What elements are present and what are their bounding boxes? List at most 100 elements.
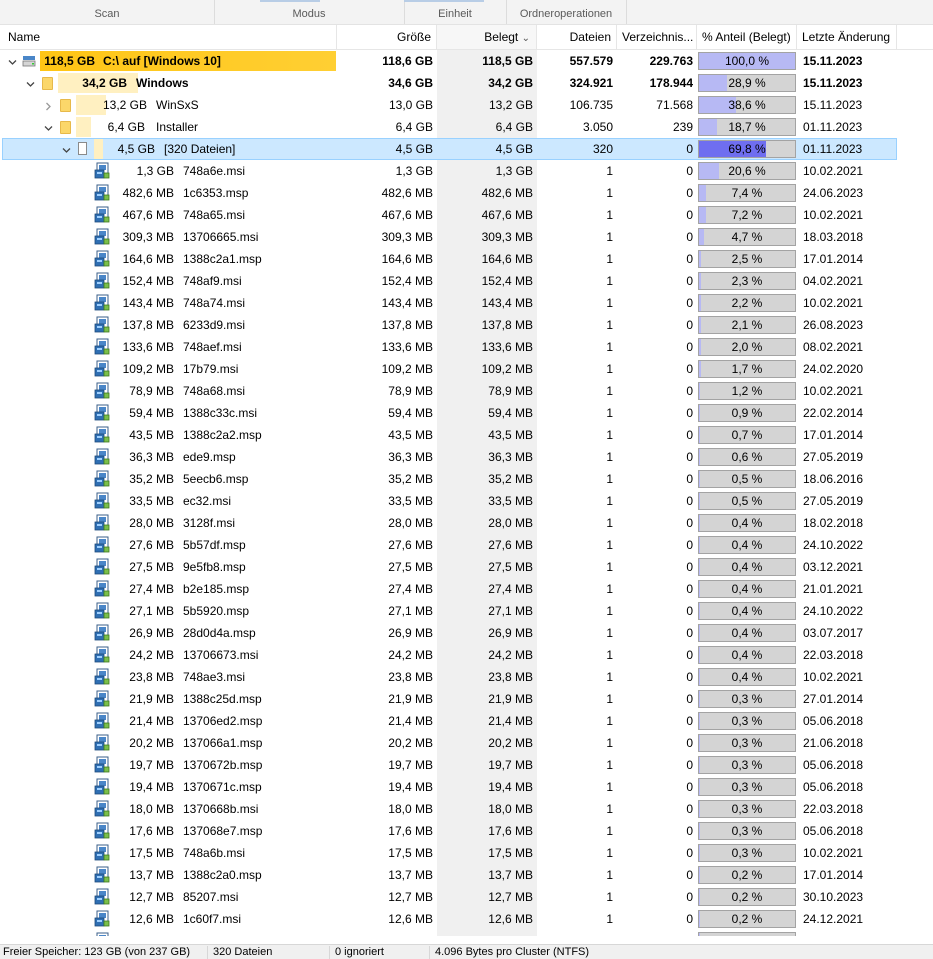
- tree-row[interactable]: 34,2 GBWindows34,6 GB34,2 GB324.921178.9…: [0, 72, 933, 94]
- file-row[interactable]: 164,6 MB1388c2a1.msp164,6 MB164,6 MB102,…: [0, 248, 933, 270]
- size-value: 59,4 MB: [337, 402, 433, 424]
- file-name: 1370668b.msi: [183, 798, 333, 820]
- file-row[interactable]: 482,6 MB1c6353.msp482,6 MB482,6 MB107,4 …: [0, 182, 933, 204]
- size-value: 28,0 MB: [337, 512, 433, 534]
- file-row[interactable]: 12,7 MB85207.msi12,7 MB12,7 MB100,2 %30.…: [0, 886, 933, 908]
- files-count-value: 1: [537, 314, 613, 336]
- ribbon-group-modus[interactable]: Modus: [214, 0, 405, 24]
- file-row[interactable]: 20,2 MB137066a1.msp20,2 MB20,2 MB100,3 %…: [0, 732, 933, 754]
- file-row[interactable]: 26,9 MB28d0d4a.msp26,9 MB26,9 MB100,4 %0…: [0, 622, 933, 644]
- files-count-value: 1: [537, 864, 613, 886]
- tree-row[interactable]: 13,2 GBWinSxS13,0 GB13,2 GB106.73571.568…: [0, 94, 933, 116]
- column-dateien[interactable]: Dateien: [537, 25, 617, 49]
- size-value: 13,0 GB: [337, 94, 433, 116]
- file-row[interactable]: 467,6 MB748a65.msi467,6 MB467,6 MB107,2 …: [0, 204, 933, 226]
- ribbon: Scan Modus Einheit Ordneroperationen: [0, 0, 933, 25]
- file-row[interactable]: 59,4 MB1388c33c.msi59,4 MB59,4 MB100,9 %…: [0, 402, 933, 424]
- column-groesse[interactable]: Größe: [337, 25, 437, 49]
- files-count-value: 1: [537, 270, 613, 292]
- percentage-bar: 0,2 %: [698, 932, 796, 936]
- folders-count-value: 0: [617, 336, 693, 358]
- percentage-bar: 1,7 %: [698, 360, 796, 378]
- allocated-value: 6,4 GB: [437, 116, 533, 138]
- percentage-bar: 0,3 %: [698, 800, 796, 818]
- size-label: 34,2 GB: [0, 72, 127, 94]
- column-letzte-aenderung[interactable]: Letzte Änderung: [797, 25, 897, 49]
- file-row[interactable]: 21,4 MB13706ed2.msp21,4 MB21,4 MB100,3 %…: [0, 710, 933, 732]
- column-name[interactable]: Name: [0, 25, 337, 49]
- file-name: 748a6b.msi: [183, 842, 333, 864]
- file-row[interactable]: 27,1 MB5b5920.msp27,1 MB27,1 MB100,4 %24…: [0, 600, 933, 622]
- percentage-bar: 0,4 %: [698, 624, 796, 642]
- ribbon-group-ordneroperationen[interactable]: Ordneroperationen: [506, 0, 627, 24]
- size-value: 118,6 GB: [337, 50, 433, 72]
- size-value: 78,9 MB: [337, 380, 433, 402]
- file-row[interactable]: 17,6 MB137068e7.msp17,6 MB17,6 MB100,3 %…: [0, 820, 933, 842]
- folders-count-value: 0: [617, 578, 693, 600]
- last-modified-value: 22.02.2014: [803, 930, 895, 936]
- size-label: 59,4 MB: [0, 402, 174, 424]
- tree-row[interactable]: 4,5 GB[320 Dateien]4,5 GB4,5 GB320069,8 …: [0, 138, 933, 160]
- last-modified-value: 17.01.2014: [803, 424, 895, 446]
- file-row[interactable]: 109,2 MB17b79.msi109,2 MB109,2 MB101,7 %…: [0, 358, 933, 380]
- column-belegt[interactable]: Belegt ⌄: [437, 25, 537, 49]
- ribbon-group-scan[interactable]: Scan: [0, 0, 215, 24]
- percentage-label: 0,3 %: [699, 735, 795, 751]
- file-row[interactable]: 1,3 GB748a6e.msi1,3 GB1,3 GB1020,6 %10.0…: [0, 160, 933, 182]
- percentage-bar: 0,4 %: [698, 646, 796, 664]
- allocated-value: 482,6 MB: [437, 182, 533, 204]
- file-row[interactable]: 17,5 MB748a6b.msi17,5 MB17,5 MB100,3 %10…: [0, 842, 933, 864]
- last-modified-value: 10.02.2021: [803, 204, 895, 226]
- allocated-value: 36,3 MB: [437, 446, 533, 468]
- file-row[interactable]: 12,6 MB1c60f7.msi12,6 MB12,6 MB100,2 %24…: [0, 908, 933, 930]
- last-modified-value: 05.06.2018: [803, 710, 895, 732]
- file-row[interactable]: 23,8 MB748ae3.msi23,8 MB23,8 MB100,4 %10…: [0, 666, 933, 688]
- allocated-value: 33,5 MB: [437, 490, 533, 512]
- file-row[interactable]: 19,4 MB1370671c.msp19,4 MB19,4 MB100,3 %…: [0, 776, 933, 798]
- files-count-value: 1: [537, 380, 613, 402]
- file-row[interactable]: 27,5 MB9e5fb8.msp27,5 MB27,5 MB100,4 %03…: [0, 556, 933, 578]
- column-anteil[interactable]: % Anteil (Belegt): [697, 25, 797, 49]
- size-label: 27,5 MB: [0, 556, 174, 578]
- file-row[interactable]: 11,1 MB1388c348.msi11,1 MB11,1 MB100,2 %…: [0, 930, 933, 936]
- folders-count-value: 0: [617, 380, 693, 402]
- file-row[interactable]: 152,4 MB748af9.msi152,4 MB152,4 MB102,3 …: [0, 270, 933, 292]
- percentage-label: 0,4 %: [699, 559, 795, 575]
- percentage-bar: 2,3 %: [698, 272, 796, 290]
- file-row[interactable]: 18,0 MB1370668b.msi18,0 MB18,0 MB100,3 %…: [0, 798, 933, 820]
- file-row[interactable]: 78,9 MB748a68.msi78,9 MB78,9 MB101,2 %10…: [0, 380, 933, 402]
- percentage-bar: 0,2 %: [698, 910, 796, 928]
- column-label: % Anteil (Belegt): [702, 30, 791, 44]
- file-row[interactable]: 43,5 MB1388c2a2.msp43,5 MB43,5 MB100,7 %…: [0, 424, 933, 446]
- file-row[interactable]: 35,2 MB5eecb6.msp35,2 MB35,2 MB100,5 %18…: [0, 468, 933, 490]
- file-row[interactable]: 143,4 MB748a74.msi143,4 MB143,4 MB102,2 …: [0, 292, 933, 314]
- file-row[interactable]: 19,7 MB1370672b.msp19,7 MB19,7 MB100,3 %…: [0, 754, 933, 776]
- file-row[interactable]: 33,5 MBec32.msi33,5 MB33,5 MB100,5 %27.0…: [0, 490, 933, 512]
- file-row[interactable]: 27,4 MBb2e185.msp27,4 MB27,4 MB100,4 %21…: [0, 578, 933, 600]
- file-row[interactable]: 36,3 MBede9.msp36,3 MB36,3 MB100,6 %27.0…: [0, 446, 933, 468]
- last-modified-value: 18.03.2018: [803, 226, 895, 248]
- file-row[interactable]: 309,3 MB13706665.msi309,3 MB309,3 MB104,…: [0, 226, 933, 248]
- allocated-value: 118,5 GB: [437, 50, 533, 72]
- file-row[interactable]: 21,9 MB1388c25d.msp21,9 MB21,9 MB100,3 %…: [0, 688, 933, 710]
- tree-row[interactable]: 6,4 GBInstaller6,4 GB6,4 GB3.05023918,7 …: [0, 116, 933, 138]
- last-modified-value: 18.06.2016: [803, 468, 895, 490]
- allocated-value: 19,7 MB: [437, 754, 533, 776]
- last-modified-value: 18.02.2018: [803, 512, 895, 534]
- column-verzeichnisse[interactable]: Verzeichnis...: [617, 25, 697, 49]
- file-row[interactable]: 24,2 MB13706673.msi24,2 MB24,2 MB100,4 %…: [0, 644, 933, 666]
- percentage-label: 0,3 %: [699, 757, 795, 773]
- file-row[interactable]: 137,8 MB6233d9.msi137,8 MB137,8 MB102,1 …: [0, 314, 933, 336]
- tree-list[interactable]: 118,5 GBC:\ auf [Windows 10]118,6 GB118,…: [0, 50, 933, 936]
- folders-count-value: 239: [617, 116, 693, 138]
- ribbon-group-einheit[interactable]: Einheit: [404, 0, 507, 24]
- item-name: WinSxS: [156, 94, 333, 116]
- tree-row[interactable]: 118,5 GBC:\ auf [Windows 10]118,6 GB118,…: [0, 50, 933, 72]
- folders-count-value: 0: [617, 468, 693, 490]
- file-row[interactable]: 13,7 MB1388c2a0.msp13,7 MB13,7 MB100,2 %…: [0, 864, 933, 886]
- file-row[interactable]: 133,6 MB748aef.msi133,6 MB133,6 MB102,0 …: [0, 336, 933, 358]
- file-row[interactable]: 28,0 MB3128f.msi28,0 MB28,0 MB100,4 %18.…: [0, 512, 933, 534]
- file-row[interactable]: 27,6 MB5b57df.msp27,6 MB27,6 MB100,4 %24…: [0, 534, 933, 556]
- size-label: 309,3 MB: [0, 226, 174, 248]
- folders-count-value: 0: [617, 402, 693, 424]
